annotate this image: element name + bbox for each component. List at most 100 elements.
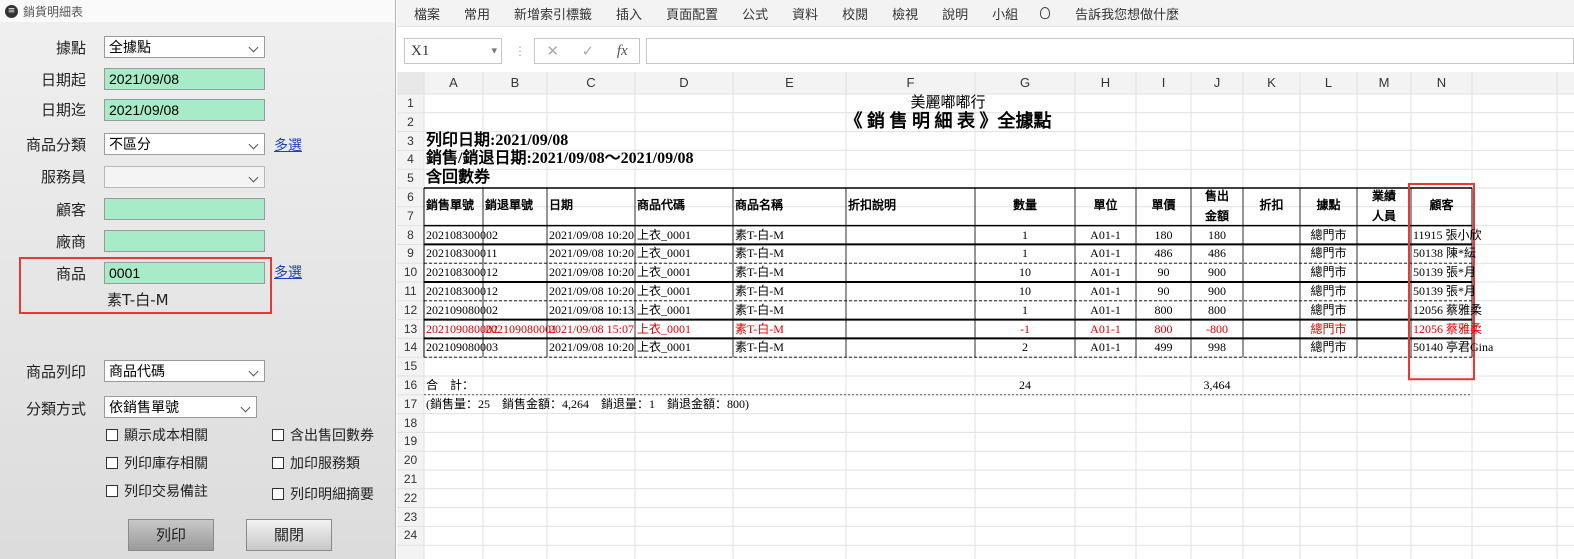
column-header-k[interactable]: K [1243, 72, 1300, 94]
column-header-e[interactable]: E [733, 72, 846, 94]
row-header-23[interactable]: 23 [397, 508, 424, 527]
tab-view[interactable]: 檢視 [892, 4, 918, 23]
row-header-2[interactable]: 2 [397, 113, 424, 132]
print-button[interactable]: 列印 [128, 519, 214, 551]
row-header-13[interactable]: 13 [397, 320, 424, 339]
checkbox-icon [272, 457, 284, 469]
checkbox-label: 加印服務類 [290, 456, 360, 472]
column-header-h[interactable]: H [1075, 72, 1136, 94]
tab-review[interactable]: 校閱 [842, 4, 868, 23]
category-select[interactable]: 不區分 [104, 133, 265, 155]
cell-customer: 11915 張小欣 [1413, 227, 1482, 242]
store-select[interactable]: 全據點 [104, 36, 265, 58]
row-header-1[interactable]: 1 [397, 94, 424, 113]
product-label: 商品 [55, 265, 86, 283]
tab-data[interactable]: 資料 [792, 4, 818, 23]
enter-icon[interactable]: ✓ [582, 42, 595, 60]
name-box[interactable]: X1 [404, 38, 502, 64]
excel-window: 檔案 常用 新增索引標籤 插入 頁面配置 公式 資料 校閱 檢視 說明 小組 告… [397, 0, 1574, 559]
row-header-14[interactable]: 14 [397, 338, 424, 357]
row-header-12[interactable]: 12 [397, 301, 424, 320]
row-header-15[interactable]: 15 [397, 357, 424, 376]
header-amount-line2: 金額 [1204, 208, 1229, 223]
column-header-b[interactable]: B [483, 72, 547, 94]
row-header-11[interactable]: 11 [397, 282, 424, 301]
print-product-select[interactable]: 商品代碼 [104, 360, 265, 382]
formula-input[interactable] [646, 38, 1574, 64]
column-header-g[interactable]: G [975, 72, 1075, 94]
print-service-checkbox[interactable]: 加印服務類 [272, 453, 360, 473]
customer-label: 顧客 [55, 201, 86, 219]
customer-input[interactable] [104, 198, 265, 220]
product-multi-select-link[interactable]: 多選 [274, 262, 302, 282]
date-range: 銷售/銷退日期:2021/09/08～2021/09/08 [426, 150, 694, 168]
column-header-n[interactable]: N [1411, 72, 1472, 94]
row-header-20[interactable]: 20 [397, 451, 424, 470]
tab-home[interactable]: 常用 [464, 4, 490, 23]
header-return-no: 銷退單號 [485, 198, 534, 212]
tab-formulas[interactable]: 公式 [742, 4, 768, 23]
row-header-17[interactable]: 17 [397, 395, 424, 414]
cell-date: 2021/09/08 10:20 [549, 265, 635, 280]
print-detail-summary-checkbox[interactable]: 列印明細摘要 [272, 484, 374, 504]
row-header-8[interactable]: 8 [397, 226, 424, 245]
cell-unit: A01-1 [1090, 340, 1121, 355]
date-to-input[interactable]: 2021/09/08 [104, 99, 265, 121]
column-header-a[interactable]: A [424, 72, 483, 94]
column-header-f[interactable]: F [846, 72, 975, 94]
row-header-5[interactable]: 5 [397, 169, 424, 188]
column-header-i[interactable]: I [1136, 72, 1191, 94]
print-trade-note-checkbox[interactable]: 列印交易備註 [106, 481, 208, 501]
vendor-input[interactable] [104, 230, 265, 252]
formula-bar: X1 ⋮ ✕ ✓ fx [397, 36, 1574, 66]
product-input[interactable]: 0001 [104, 262, 265, 284]
column-header-l[interactable]: L [1300, 72, 1357, 94]
tab-file[interactable]: 檔案 [414, 4, 440, 23]
row-header-10[interactable]: 10 [397, 263, 424, 282]
ribbon-tabs: 檔案 常用 新增索引標籤 插入 頁面配置 公式 資料 校閱 檢視 說明 小組 告… [397, 0, 1574, 27]
sort-by-select[interactable]: 依銷售單號 [104, 396, 257, 418]
column-header-c[interactable]: C [547, 72, 635, 94]
cell-customer: 50140 亭君Gina [1413, 340, 1494, 355]
tab-team[interactable]: 小組 [992, 4, 1018, 23]
column-header-j[interactable]: J [1191, 72, 1243, 94]
tab-help[interactable]: 說明 [942, 4, 968, 23]
row-header-6[interactable]: 6 [397, 188, 424, 207]
header-date: 日期 [549, 198, 574, 212]
tell-me-box[interactable]: 告訴我您想做什麼 [1040, 4, 1186, 23]
print-stock-checkbox[interactable]: 列印庫存相關 [106, 453, 208, 473]
tab-new-index[interactable]: 新增索引標籤 [514, 4, 592, 23]
row-header-24[interactable]: 24 [397, 526, 424, 545]
row-header-16[interactable]: 16 [397, 376, 424, 395]
cell-customer: 50138 陳*紜 [1413, 246, 1477, 261]
row-header-7[interactable]: 7 [397, 207, 424, 226]
staff-select[interactable] [104, 166, 265, 188]
tab-page-layout[interactable]: 頁面配置 [666, 4, 718, 23]
checkbox-icon [106, 429, 118, 441]
row-header-18[interactable]: 18 [397, 414, 424, 433]
date-from-input[interactable]: 2021/09/08 [104, 68, 265, 90]
insert-function-icon[interactable]: fx [617, 43, 628, 60]
column-header-d[interactable]: D [635, 72, 733, 94]
row-header-21[interactable]: 21 [397, 470, 424, 489]
row-header-3[interactable]: 3 [397, 132, 424, 151]
spreadsheet-grid[interactable]: A B C D E F G H I J K L M N 1 2 3 4 5 6 7 8 9 10 11 12 13 14 15 16 17 1… [397, 72, 1574, 559]
row-header-4[interactable]: 4 [397, 150, 424, 169]
cell-date: 2021/09/08 10:20 [549, 340, 635, 355]
close-button[interactable]: 關閉 [246, 519, 332, 551]
include-coupon-checkbox[interactable]: 含出售回數券 [272, 425, 374, 445]
category-multi-select-link[interactable]: 多選 [274, 135, 302, 155]
row-header-19[interactable]: 19 [397, 432, 424, 451]
cell-name: 素T-白-M [735, 302, 784, 317]
tab-insert[interactable]: 插入 [616, 4, 642, 23]
cell-store: 總門市 [1310, 246, 1347, 261]
staff-label: 服務員 [40, 168, 86, 186]
show-cost-checkbox[interactable]: 顯示成本相關 [106, 425, 208, 445]
row-header-9[interactable]: 9 [397, 244, 424, 263]
row-header-22[interactable]: 22 [397, 489, 424, 508]
column-header-m[interactable]: M [1357, 72, 1411, 94]
cell-customer: 12056 蔡雅柔 [1413, 302, 1483, 317]
cell-qty: 10 [1019, 265, 1031, 280]
cancel-icon[interactable]: ✕ [546, 42, 559, 60]
cell-code: 上衣_0001 [637, 340, 692, 355]
